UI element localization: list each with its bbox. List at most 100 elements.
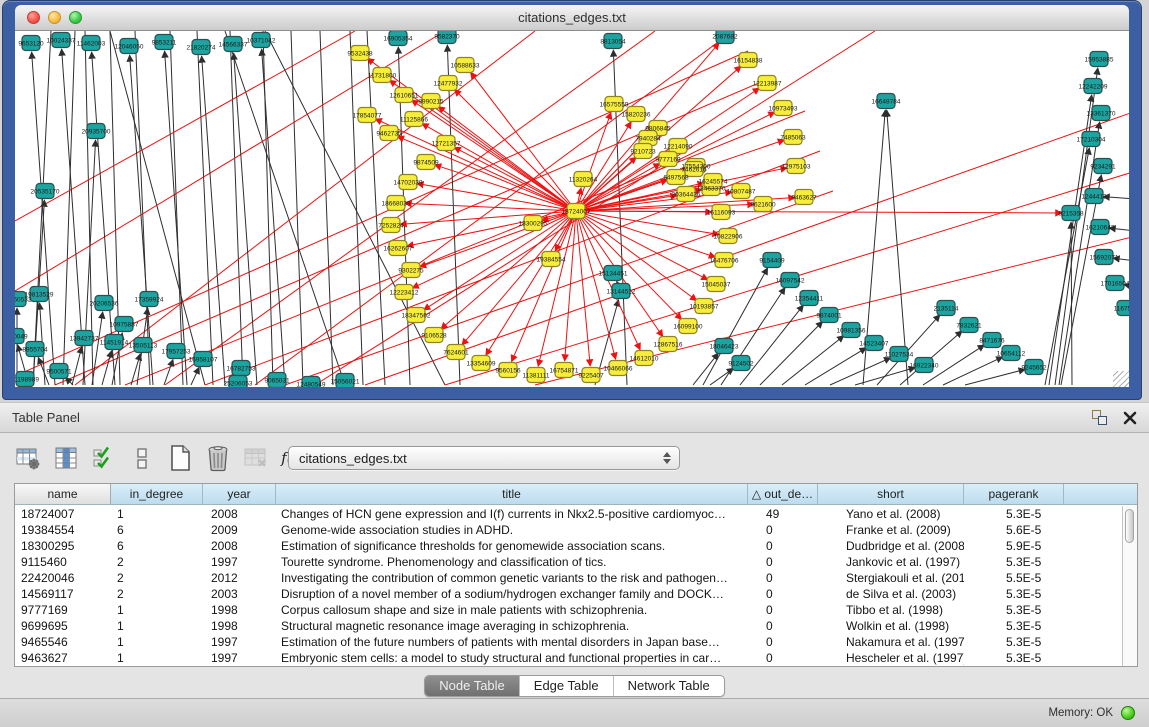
cell-in_degree: 1 [111,650,203,666]
graph-node-label: 10024337 [47,38,76,45]
graph-node-label: 13354609 [467,361,496,368]
graph-edge [435,165,576,211]
cell-name: 9463627 [15,650,111,666]
graph-node-label: 17016504 [1101,281,1129,288]
graph-node-label: 25206053 [224,381,253,388]
graph-edge [63,31,75,385]
cell-short: de Silva et al. (2003) [818,586,964,602]
graph-edge [92,312,103,385]
graph-node-label: 9874001 [816,313,842,320]
tab-edge-table[interactable]: Edge Table [519,676,613,696]
tab-node-table[interactable]: Node Table [425,676,519,696]
graph-edge [576,211,682,320]
graph-node-label: 15953885 [1085,57,1114,64]
cell-out_de: 0 [748,586,818,602]
cell-title: Disruption of a novel member of a sodium… [276,586,748,602]
graph-node-label: 7252824 [378,223,404,230]
graph-edge [1103,197,1129,199]
memory-indicator-icon[interactable] [1121,706,1135,720]
graph-node-label: 11451914 [100,340,129,347]
cell-in_degree: 6 [111,538,203,554]
graph-node-label: 7462616 [681,167,707,174]
show-columns-icon[interactable] [50,441,82,475]
column-header-name[interactable]: name [15,484,111,504]
graph-node-label: 14523407 [860,341,889,348]
column-header-out_de[interactable]: △ out_de… [748,484,818,504]
column-header-short[interactable]: short [818,484,964,504]
graph-node-label: 10588633 [451,63,480,70]
graph-edge [411,100,576,211]
table-row[interactable]: 969969511998Structural magnetic resonanc… [15,618,1122,634]
row-selection-icon[interactable] [88,441,120,475]
scrollbar-thumb[interactable] [1125,509,1134,543]
window-titlebar[interactable]: citations_edges.txt [15,5,1129,31]
graph-node-label: 20364436 [672,192,701,199]
graph-edge [470,72,576,211]
column-header-title[interactable]: title [276,484,748,504]
cell-title: Estimation of the future numbers of pati… [276,634,748,650]
checkbox-column-icon[interactable] [126,441,158,475]
graph-node-label: 12721357 [432,141,461,148]
cell-year: 2009 [203,522,276,538]
graph-node-label: 8990215 [418,99,444,106]
minimize-window-button[interactable] [48,11,61,24]
column-header-pagerank[interactable]: pagerank [964,484,1064,504]
cell-out_de: 0 [748,522,818,538]
close-window-button[interactable] [27,11,40,24]
graph-node-label: 18347562 [402,313,431,320]
cell-short: Hescheler et al. (1997) [818,650,964,666]
graph-node-label: 21820274 [187,45,216,52]
resize-grip-icon[interactable] [1113,371,1129,387]
vertical-scrollbar[interactable] [1122,506,1137,666]
graph-node-label: 16116093 [707,210,736,217]
graph-node-label: 7624601 [443,350,469,357]
table-row[interactable]: 1830029562008Estimation of significance … [15,538,1122,554]
graph-node-label: 16648784 [872,99,901,106]
cell-name: 18724007 [15,506,111,522]
float-panel-icon-front [1098,416,1107,425]
column-header-in_degree[interactable]: in_degree [111,484,203,504]
graph-node-label: 16958107 [189,357,218,364]
graph-node-label: 1244413 [1081,194,1107,201]
zoom-window-button[interactable] [69,11,82,24]
cell-title: Corpus callosum shape and size in male p… [276,602,748,618]
new-document-icon[interactable] [164,441,196,475]
graph-edge [405,203,576,211]
table-row[interactable]: 911546021997Tourette syndrome. Phenomeno… [15,554,1122,570]
graph-node-label: 15134451 [599,271,628,278]
cell-name: 19384554 [15,522,111,538]
table-row[interactable]: 977716911998Corpus callosum shape and si… [15,602,1122,618]
graph-edge [170,31,183,385]
graph-node-label: 12477932 [434,81,463,88]
graph-edge [576,211,719,235]
close-panel-icon[interactable] [1123,411,1137,425]
graph-node-label: 20935700 [82,129,111,136]
network-canvas[interactable]: 1872400795324381173180012610651178540779… [15,31,1129,387]
graph-edge [576,211,697,301]
table-panel-body: f(x) citations_edges.txt namein_degreeye… [0,433,1149,698]
cell-short: Nakamura et al. (1997) [818,634,964,650]
table-row[interactable]: 946554611997Estimation of the future num… [15,634,1122,650]
table-row[interactable]: 1938455462009Genome-wide association stu… [15,522,1122,538]
graph-edge [1045,148,1089,385]
graph-node-label: 15056021 [331,379,360,386]
table-row[interactable]: 2242004622012Investigating the contribut… [15,570,1122,586]
cell-year: 1997 [203,634,276,650]
table-row[interactable]: 1456911722003Disruption of a novel membe… [15,586,1122,602]
table-select-dropdown[interactable]: citations_edges.txt [288,446,680,470]
table-settings-icon[interactable] [12,441,44,475]
table-row[interactable]: 1872400712008Changes of HCN gene express… [15,506,1122,522]
graph-edge [438,106,576,211]
tab-network-table[interactable]: Network Table [613,676,724,696]
node-table: namein_degreeyeartitle△ out_de…shortpage… [14,483,1138,667]
float-panel-icon[interactable] [1092,410,1107,425]
graph-node-label: 12610651 [390,93,419,100]
table-row[interactable]: 946362711997Embryonic stem cells: a mode… [15,650,1122,666]
graph-node-label: 10973493 [769,106,798,113]
graph-node-label: 16476706 [710,258,739,265]
graph-node-label: 9245652 [1021,365,1047,372]
graph-edge [576,211,715,257]
network-window: citations_edges.txt 18724007953243811731… [2,0,1142,400]
column-header-year[interactable]: year [203,484,276,504]
delete-rows-icon[interactable] [202,441,234,475]
